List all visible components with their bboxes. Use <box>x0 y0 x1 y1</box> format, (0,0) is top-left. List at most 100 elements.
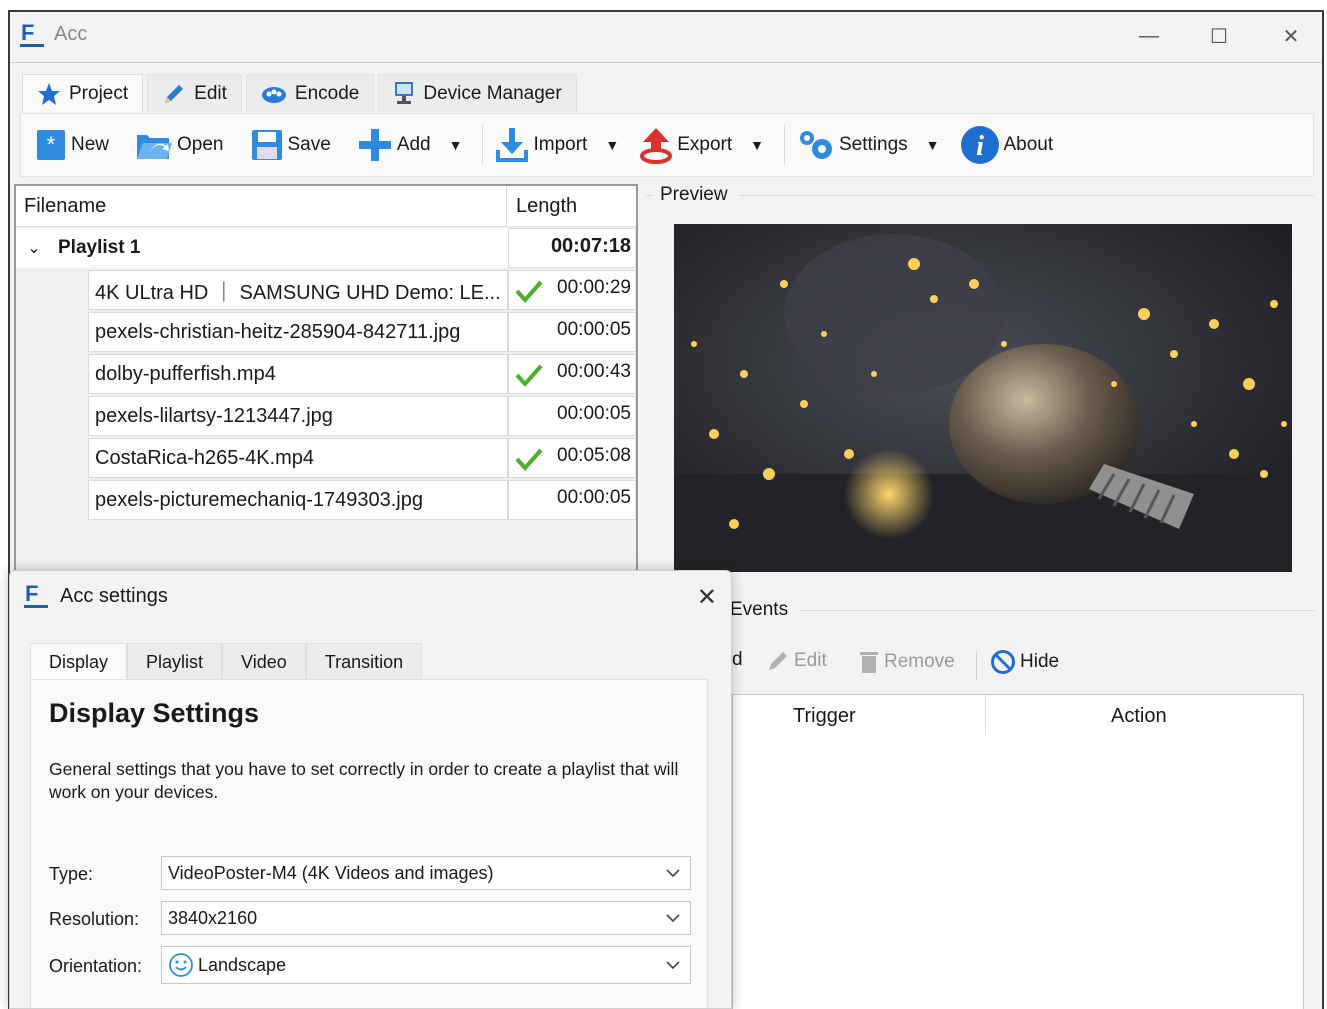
list-item[interactable]: pexels-lilartsy-1213447.jpg <box>88 396 508 436</box>
new-button[interactable]: * New <box>29 123 115 167</box>
resolution-label: Resolution: <box>49 909 140 929</box>
svg-text:F: F <box>25 581 38 606</box>
remove-event-button[interactable]: Remove <box>858 649 955 675</box>
trigger-column-header[interactable]: Trigger <box>793 705 856 728</box>
file-length: 00:00:05 <box>557 403 631 424</box>
add-label: Add <box>396 134 431 155</box>
resolution-value: 3840x2160 <box>168 907 258 928</box>
export-label: Export <box>677 134 733 155</box>
tab-project[interactable]: Project <box>22 74 144 112</box>
length-cell: 00:00:05 <box>508 480 636 520</box>
svg-text:*: * <box>47 132 56 157</box>
settings-button[interactable]: Settings ▼ <box>791 123 954 167</box>
tab-label: Playlist <box>146 652 204 672</box>
encode-icon <box>261 86 286 103</box>
tab-display[interactable]: Display <box>30 643 128 681</box>
check-icon <box>515 280 543 303</box>
list-item[interactable]: 4K ULtra HD ｜ SAMSUNG UHD Demo: LE... <box>88 270 508 310</box>
close-icon: ✕ <box>1282 25 1300 48</box>
file-name: CostaRica-h265-4K.mp4 <box>95 446 314 469</box>
dialog-title: Acc settings <box>60 585 168 607</box>
settings-dropdown-icon[interactable]: ▼ <box>926 137 940 153</box>
hide-label: Hide <box>1020 651 1060 672</box>
length-cell: 00:00:43 <box>508 354 636 394</box>
add-button[interactable]: Add ▼ <box>351 123 477 167</box>
close-button[interactable]: ✕ <box>1268 18 1314 54</box>
file-name: dolby-pufferfish.mp4 <box>95 362 276 385</box>
file-name: pexels-lilartsy-1213447.jpg <box>95 404 333 427</box>
svg-text:F: F <box>21 20 34 45</box>
add-dropdown-icon[interactable]: ▼ <box>449 137 463 153</box>
list-item[interactable]: pexels-christian-heitz-285904-842711.jpg <box>88 312 508 352</box>
events-divider <box>800 610 1314 611</box>
export-button[interactable]: Export ▼ <box>633 123 778 167</box>
length-cell: 00:00:05 <box>508 396 636 436</box>
open-folder-icon <box>137 135 173 159</box>
pencil-icon <box>165 84 184 103</box>
minimize-button[interactable]: — <box>1126 18 1172 54</box>
settings-dialog: F Acc settings ✕ Display Playlist Video … <box>9 570 732 1009</box>
check-icon <box>515 364 543 387</box>
file-length: 00:05:08 <box>557 445 631 466</box>
new-label: New <box>71 134 110 155</box>
tab-label: Video <box>241 652 287 672</box>
hide-events-button[interactable]: Hide <box>990 649 1059 675</box>
file-length: 00:00:29 <box>557 277 631 298</box>
monitor-icon <box>395 81 414 104</box>
tab-video[interactable]: Video <box>222 643 306 681</box>
file-length: 00:00:05 <box>557 319 631 340</box>
events-table[interactable]: Trigger Action <box>732 694 1304 1009</box>
edit-event-button[interactable]: Edit <box>766 649 827 673</box>
svg-text:i: i <box>976 131 984 162</box>
type-select[interactable]: VideoPoster-M4 (4K Videos and images) <box>161 856 691 890</box>
tab-transition[interactable]: Transition <box>305 643 423 681</box>
edit-event-label: Edit <box>794 650 827 671</box>
save-button[interactable]: Save <box>244 123 337 167</box>
dialog-close-icon[interactable]: ✕ <box>697 583 717 612</box>
resolution-select[interactable]: 3840x2160 <box>161 901 691 935</box>
export-dropdown-icon[interactable]: ▼ <box>750 137 764 153</box>
list-item[interactable]: CostaRica-h265-4K.mp4 <box>88 438 508 478</box>
open-button[interactable]: Open <box>129 123 229 167</box>
type-label: Type: <box>49 864 94 884</box>
chevron-down-icon <box>666 914 680 923</box>
ribbon-tabs: Project Edit Encode Device Manager <box>22 74 577 114</box>
tab-playlist[interactable]: Playlist <box>127 643 223 681</box>
list-item[interactable]: dolby-pufferfish.mp4 <box>88 354 508 394</box>
file-name: pexels-christian-heitz-285904-842711.jpg <box>95 320 461 343</box>
action-column-header[interactable]: Action <box>1111 705 1167 728</box>
orientation-select[interactable]: Landscape <box>161 946 691 984</box>
tab-label: Device Manager <box>423 82 562 104</box>
maximize-button[interactable]: ☐ <box>1196 18 1242 54</box>
playlist-name: Playlist 1 <box>58 237 141 258</box>
import-button[interactable]: Import ▼ <box>489 123 633 167</box>
tab-label: Transition <box>324 652 404 672</box>
hide-icon <box>991 650 1015 674</box>
minimize-icon: — <box>1139 24 1159 47</box>
list-item[interactable]: pexels-picturemechaniq-1749303.jpg <box>88 480 508 520</box>
chevron-down-icon <box>666 869 680 878</box>
display-settings-panel: Display Settings General settings that y… <box>30 679 708 1008</box>
save-disk-icon <box>251 130 282 160</box>
file-length: 00:00:05 <box>557 487 631 508</box>
tree-header: Filename Length <box>16 186 636 227</box>
panel-description: General settings that you have to set co… <box>49 759 679 802</box>
import-label: Import <box>533 134 588 155</box>
tab-device-manager[interactable]: Device Manager <box>378 74 577 112</box>
filename-column-header[interactable]: Filename <box>24 195 106 218</box>
tab-label: Edit <box>194 82 227 104</box>
check-icon <box>515 448 543 471</box>
about-button[interactable]: i About <box>954 123 1060 167</box>
playlist-tree[interactable]: Filename Length ⌄ Playlist 1 00:07:18 4K… <box>14 184 638 604</box>
length-column-header[interactable]: Length <box>516 195 577 218</box>
title-bar: F Acc — ☐ ✕ <box>10 12 1322 63</box>
chevron-down-icon[interactable]: ⌄ <box>16 238 52 258</box>
tab-edit[interactable]: Edit <box>147 74 242 112</box>
info-icon: i <box>960 126 999 164</box>
playlist-row[interactable]: ⌄ Playlist 1 <box>16 228 508 268</box>
orientation-label: Orientation: <box>49 956 143 976</box>
add-event-button[interactable]: d <box>732 649 743 671</box>
import-dropdown-icon[interactable]: ▼ <box>605 137 619 153</box>
tab-encode[interactable]: Encode <box>245 74 375 112</box>
gears-icon <box>799 131 832 159</box>
